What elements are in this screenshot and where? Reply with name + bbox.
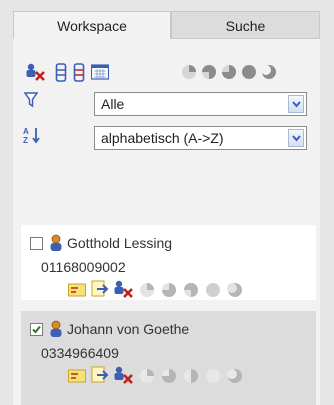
- filter-row: Alle: [13, 90, 320, 116]
- svg-text:A: A: [23, 127, 29, 136]
- status-crescent-icon[interactable]: [227, 282, 243, 303]
- status-crescent-icon[interactable]: [261, 64, 277, 85]
- calendar-grid-icon[interactable]: [90, 64, 110, 85]
- person-delete-icon[interactable]: [25, 63, 47, 88]
- export-icon[interactable]: [91, 366, 109, 389]
- chevron-down-icon[interactable]: [288, 129, 304, 147]
- status-three-quarter-icon[interactable]: [183, 368, 199, 389]
- status-half-icon[interactable]: [201, 64, 217, 85]
- sort-az-icon: A Z: [23, 126, 41, 149]
- filter-select[interactable]: Alle: [94, 92, 307, 116]
- status-half-icon[interactable]: [161, 368, 177, 389]
- person-icon: [49, 320, 63, 343]
- filter-select-value: Alle: [101, 96, 125, 112]
- contact-phone: 01168009002: [41, 259, 126, 275]
- tab-workspace[interactable]: Workspace: [13, 11, 171, 39]
- status-full-icon[interactable]: [205, 282, 221, 303]
- status-half-icon[interactable]: [161, 282, 177, 303]
- status-full-icon[interactable]: [241, 64, 257, 85]
- contact-phone: 0334966409: [41, 345, 119, 361]
- business-card-icon[interactable]: [68, 283, 86, 302]
- business-card-icon[interactable]: [68, 369, 86, 388]
- contact-card[interactable]: Gotthold Lessing 01168009002: [21, 225, 316, 300]
- filter-icon: [23, 92, 39, 113]
- status-crescent-icon[interactable]: [227, 368, 243, 389]
- status-quarter-icon[interactable]: [139, 368, 155, 389]
- contact-checkbox[interactable]: [30, 237, 43, 250]
- chevron-down-icon[interactable]: [288, 95, 304, 113]
- svg-text:Z: Z: [23, 136, 28, 144]
- sort-row: A Z alphabetisch (A->Z): [13, 124, 320, 150]
- workspace-panel: Workspace Suche Alle A Z alphabetisch (A…: [13, 11, 320, 405]
- status-three-quarter-icon[interactable]: [221, 64, 237, 85]
- contact-card-selected[interactable]: Johann von Goethe 0334966409: [21, 311, 316, 405]
- person-delete-icon[interactable]: [113, 280, 135, 305]
- sort-select[interactable]: alphabetisch (A->Z): [94, 126, 307, 150]
- status-full-icon[interactable]: [205, 368, 221, 389]
- person-icon: [49, 234, 63, 257]
- export-icon[interactable]: [91, 280, 109, 303]
- status-quarter-icon[interactable]: [139, 282, 155, 303]
- column-view-2-icon[interactable]: [73, 63, 85, 88]
- contact-checkbox-checked[interactable]: [30, 323, 43, 336]
- person-delete-icon[interactable]: [113, 366, 135, 391]
- status-quarter-icon[interactable]: [181, 64, 197, 85]
- contact-name: Johann von Goethe: [67, 321, 190, 337]
- tab-suche[interactable]: Suche: [171, 11, 320, 39]
- status-three-quarter-icon[interactable]: [183, 282, 199, 303]
- column-view-1-icon[interactable]: [55, 63, 67, 88]
- sort-select-value: alphabetisch (A->Z): [101, 130, 224, 146]
- contact-name: Gotthold Lessing: [67, 235, 173, 251]
- tab-bar: Workspace Suche: [13, 11, 320, 39]
